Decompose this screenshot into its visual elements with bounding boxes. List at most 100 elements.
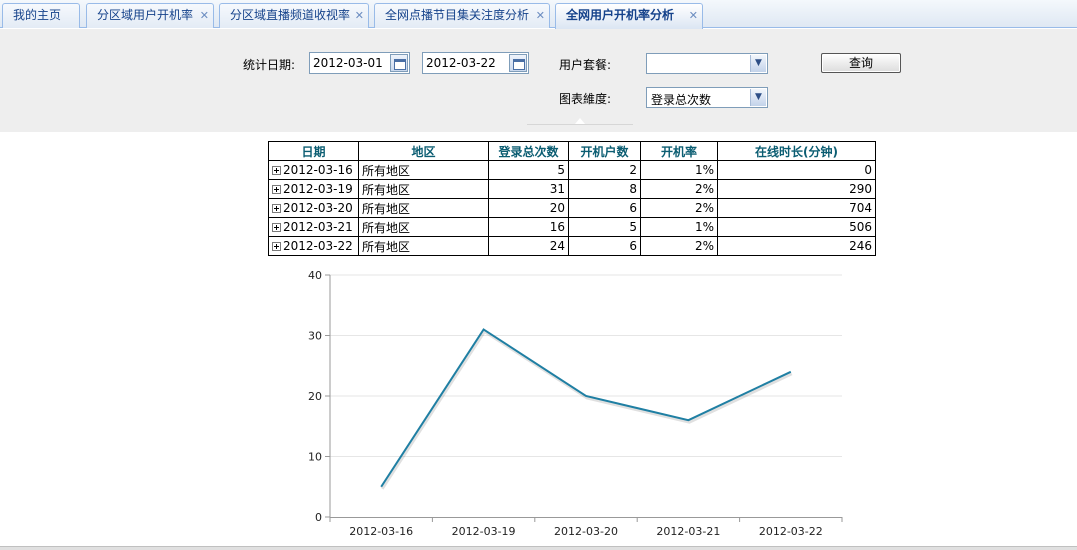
col-header-date: 日期: [268, 141, 359, 161]
date-value: 2012-03-20: [283, 201, 353, 215]
x-tick-label: 2012-03-16: [349, 525, 413, 538]
tab-label: 我的主页: [13, 8, 62, 22]
online-cell: 0: [717, 160, 876, 180]
expand-icon[interactable]: [272, 223, 281, 232]
online-cell: 246: [717, 236, 876, 256]
expand-icon[interactable]: [272, 242, 281, 251]
rate-cell: 2%: [640, 198, 718, 218]
dimension-label: 图表維度:: [559, 92, 612, 106]
x-tick-label: 2012-03-19: [452, 525, 516, 538]
y-tick-label: 20: [308, 390, 322, 403]
dimension-select[interactable]: 登录总次数 ▼: [646, 87, 768, 108]
query-button[interactable]: 查询: [821, 53, 901, 73]
table-row: 2012-03-19 所有地区 31 8 2% 290: [268, 179, 876, 199]
logins-cell: 16: [488, 217, 569, 237]
region-cell: 所有地区: [358, 217, 489, 237]
expand-icon[interactable]: [272, 204, 281, 213]
households-cell: 6: [568, 198, 641, 218]
status-bar: [0, 546, 1077, 550]
date-cell: 2012-03-21: [268, 217, 359, 237]
date-label: 统计日期:: [243, 58, 296, 72]
tab-label: 全网用户开机率分析: [566, 8, 675, 22]
online-cell: 704: [717, 198, 876, 218]
households-cell: 8: [568, 179, 641, 199]
tab-region-live-channel-rating[interactable]: 分区域直播频道收视率 ✕: [219, 3, 369, 28]
region-cell: 所有地区: [358, 160, 489, 180]
region-cell: 所有地区: [358, 198, 489, 218]
expand-icon[interactable]: [272, 185, 281, 194]
tab-label: 分区域直播频道收视率: [230, 8, 351, 22]
close-icon[interactable]: ✕: [200, 4, 209, 27]
query-panel: 统计日期: 2012-03-01 2012-03-22 用户套餐: ▼ 查询 图…: [0, 29, 1077, 132]
rate-cell: 1%: [640, 217, 718, 237]
chevron-down-icon[interactable]: ▼: [750, 55, 766, 72]
tab-label: 全网点播节目集关注度分析: [385, 8, 530, 22]
rate-cell: 2%: [640, 179, 718, 199]
date-value: 2012-03-22: [283, 239, 353, 253]
tab-home[interactable]: 我的主页: [2, 3, 80, 28]
y-tick-label: 10: [308, 451, 322, 464]
close-icon[interactable]: ✕: [689, 4, 698, 27]
package-select[interactable]: ▼: [646, 53, 768, 74]
x-tick-label: 2012-03-20: [554, 525, 618, 538]
logins-cell: 20: [488, 198, 569, 218]
logins-cell: 5: [488, 160, 569, 180]
chevron-down-icon[interactable]: ▼: [750, 89, 766, 106]
start-date-value: 2012-03-01: [313, 56, 383, 70]
date-cell: 2012-03-19: [268, 179, 359, 199]
date-value: 2012-03-16: [283, 163, 353, 177]
col-header-online: 在线时长(分钟): [717, 141, 876, 161]
rate-cell: 2%: [640, 236, 718, 256]
date-value: 2012-03-19: [283, 182, 353, 196]
y-tick-label: 30: [308, 330, 322, 343]
region-cell: 所有地区: [358, 236, 489, 256]
x-tick-label: 2012-03-22: [759, 525, 823, 538]
region-cell: 所有地区: [358, 179, 489, 199]
col-header-rate: 开机率: [640, 141, 718, 161]
tab-network-boot-rate-analysis[interactable]: 全网用户开机率分析 ✕: [555, 3, 703, 29]
expand-icon[interactable]: [272, 166, 281, 175]
table-row: 2012-03-22 所有地区 24 6 2% 246: [268, 236, 876, 256]
table-row: 2012-03-16 所有地区 5 2 1% 0: [268, 160, 876, 180]
households-cell: 2: [568, 160, 641, 180]
series-line-shadow: [380, 329, 793, 490]
households-cell: 6: [568, 236, 641, 256]
tab-bar: 我的主页 分区域用户开机率 ✕ 分区域直播频道收视率 ✕ 全网点播节目集关注度分…: [0, 0, 1077, 29]
panel-collapse-handle[interactable]: [527, 118, 633, 132]
calendar-icon[interactable]: [509, 54, 527, 72]
online-cell: 290: [717, 179, 876, 199]
y-tick-label: 40: [308, 269, 322, 282]
end-date-value: 2012-03-22: [426, 56, 496, 70]
col-header-logins: 登录总次数: [488, 141, 569, 161]
date-cell: 2012-03-22: [268, 236, 359, 256]
series-line: [380, 328, 792, 488]
dimension-select-value: 登录总次数: [651, 93, 712, 107]
end-date-field[interactable]: 2012-03-22: [422, 52, 529, 74]
start-date-field[interactable]: 2012-03-01: [309, 52, 410, 74]
col-header-region: 地区: [358, 141, 489, 161]
close-icon[interactable]: ✕: [536, 4, 545, 27]
calendar-icon[interactable]: [390, 54, 408, 72]
close-icon[interactable]: ✕: [355, 4, 364, 27]
x-tick-label: 2012-03-21: [656, 525, 720, 538]
stats-table: 日期 地区 登录总次数 开机户数 开机率 在线时长(分钟) 2012-03-16…: [268, 141, 876, 256]
logins-cell: 24: [488, 236, 569, 256]
package-label: 用户套餐:: [559, 58, 612, 72]
date-value: 2012-03-21: [283, 220, 353, 234]
col-header-households: 开机户数: [568, 141, 641, 161]
date-cell: 2012-03-20: [268, 198, 359, 218]
login-count-line-chart: 0 10 20 30 40 2012-03-16 2012-03-19 2012-03-20 2…: [308, 269, 843, 538]
date-cell: 2012-03-16: [268, 160, 359, 180]
rate-cell: 1%: [640, 160, 718, 180]
y-tick-label: 0: [315, 511, 322, 524]
logins-cell: 31: [488, 179, 569, 199]
tab-label: 分区域用户开机率: [97, 8, 194, 22]
table-row: 2012-03-21 所有地区 16 5 1% 506: [268, 217, 876, 237]
tab-vod-episode-attention[interactable]: 全网点播节目集关注度分析 ✕: [374, 3, 550, 28]
table-header-row: 日期 地区 登录总次数 开机户数 开机率 在线时长(分钟): [268, 141, 876, 161]
table-row: 2012-03-20 所有地区 20 6 2% 704: [268, 198, 876, 218]
households-cell: 5: [568, 217, 641, 237]
online-cell: 506: [717, 217, 876, 237]
tab-region-boot-rate[interactable]: 分区域用户开机率 ✕: [86, 3, 214, 28]
collapse-arrow-icon[interactable]: [575, 118, 585, 124]
